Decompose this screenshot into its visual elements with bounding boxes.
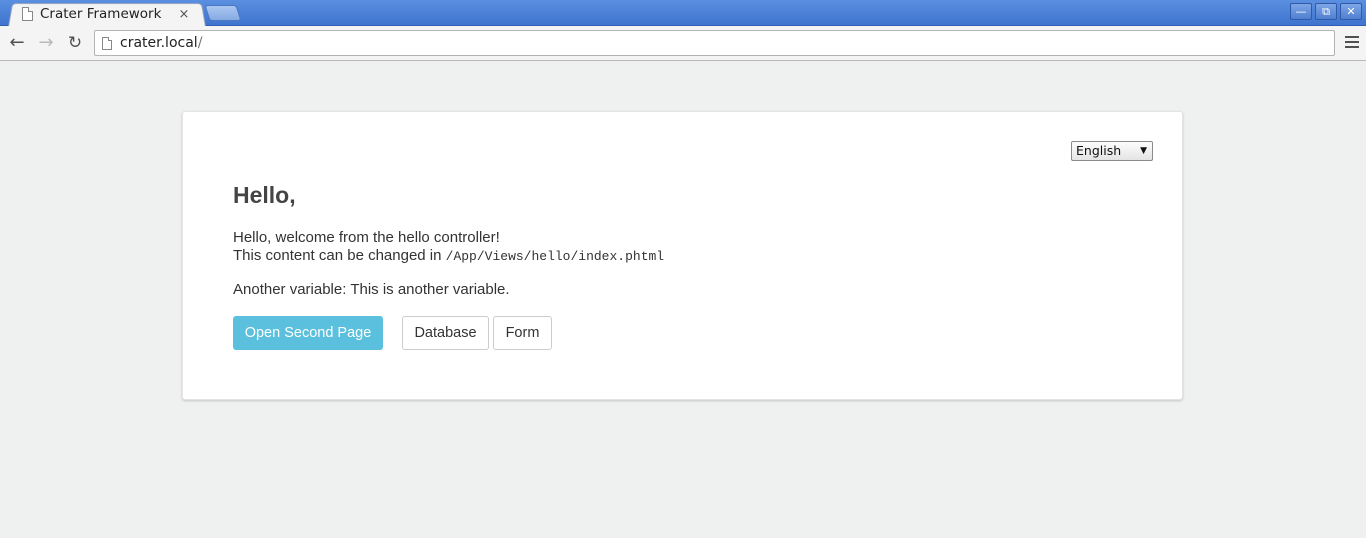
content-path-code: /App/Views/hello/index.phtml xyxy=(445,249,665,264)
welcome-text-block: Hello, welcome from the hello controller… xyxy=(233,229,664,266)
tab-title: Crater Framework xyxy=(40,6,162,22)
new-tab-button[interactable] xyxy=(204,5,242,21)
back-arrow-icon[interactable]: ← xyxy=(6,32,28,54)
tab-strip: Crater Framework × — ⧉ ✕ xyxy=(0,0,1366,28)
url-path: / xyxy=(197,35,203,51)
page-icon xyxy=(22,7,33,21)
browser-toolbar: ← → ↻ crater.local/ xyxy=(0,26,1366,61)
open-second-page-button[interactable]: Open Second Page xyxy=(233,316,383,350)
welcome-line: Hello, welcome from the hello controller… xyxy=(233,229,500,246)
another-variable-label: Another variable: xyxy=(233,281,347,298)
hamburger-menu-icon[interactable] xyxy=(1344,34,1360,50)
window-controls: — ⧉ ✕ xyxy=(1290,3,1362,20)
form-button[interactable]: Form xyxy=(493,316,552,350)
browser-window: Crater Framework × — ⧉ ✕ ← → ↻ crater.lo… xyxy=(0,0,1366,538)
page-title: Hello, xyxy=(233,182,296,208)
tab-close-icon[interactable]: × xyxy=(176,7,192,22)
url-host: crater.local xyxy=(120,35,198,51)
minimize-button[interactable]: — xyxy=(1290,3,1312,20)
address-url[interactable]: crater.local/ xyxy=(120,35,202,51)
restore-button[interactable]: ⧉ xyxy=(1315,3,1337,20)
page-icon xyxy=(102,36,112,50)
language-select-value: English xyxy=(1076,143,1122,158)
close-window-button[interactable]: ✕ xyxy=(1340,3,1362,20)
database-button[interactable]: Database xyxy=(402,316,489,350)
content-card: English ▼ Hello, Hello, welcome from the… xyxy=(182,111,1183,400)
dropdown-arrow-icon: ▼ xyxy=(1140,146,1147,156)
another-variable-value: This is another variable. xyxy=(350,281,510,298)
tab-crater-framework[interactable]: Crater Framework × xyxy=(22,3,202,25)
page-viewport: English ▼ Hello, Hello, welcome from the… xyxy=(0,61,1366,538)
address-bar[interactable]: crater.local/ xyxy=(94,30,1335,56)
another-variable-line: Another variable: This is another variab… xyxy=(233,281,510,299)
content-path-line: This content can be changed in /App/View… xyxy=(233,247,664,266)
language-select[interactable]: English ▼ xyxy=(1071,141,1153,161)
reload-icon[interactable]: ↻ xyxy=(64,32,86,54)
content-path-prefix: This content can be changed in xyxy=(233,247,442,264)
forward-arrow-icon[interactable]: → xyxy=(35,32,57,54)
